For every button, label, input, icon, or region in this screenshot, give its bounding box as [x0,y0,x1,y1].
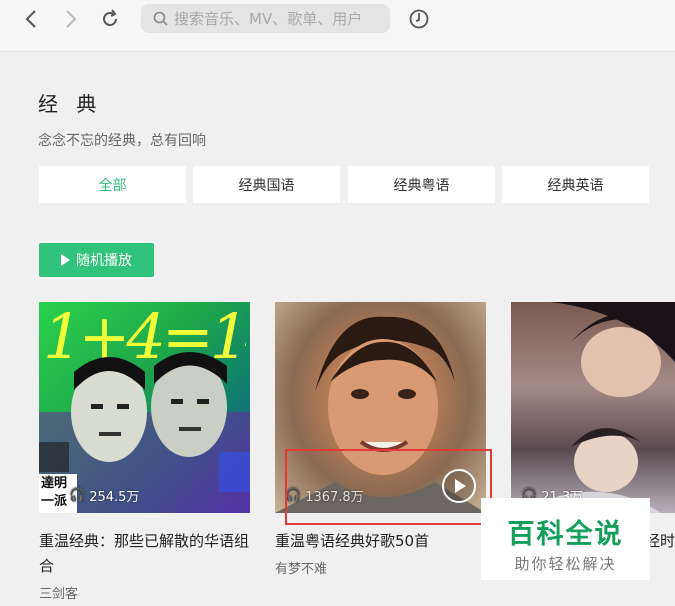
cover-still-illustration [541,302,675,513]
playlist-cover[interactable]: 1+4=14 達明一派 🎧 254.5万 [39,302,250,513]
chevron-left-icon [25,10,36,28]
refresh-button[interactable] [96,5,124,33]
playlist-card[interactable]: 1+4=14 達明一派 🎧 254.5万 重温经典：那些已解散的华语组合 三剑客 [39,302,250,602]
play-count: 🎧 254.5万 [69,488,140,505]
watermark-title: 百科全说 [507,519,624,550]
play-random-label: 随机播放 [76,253,132,269]
chevron-right-icon [66,10,77,28]
tab-all[interactable]: 全部 [39,166,186,203]
top-bar [0,0,675,52]
page-title: 经 典 [38,92,103,116]
music-recognize-icon [409,9,429,29]
watermark-subtitle: 助你轻松解决 [514,555,617,573]
play-random-button[interactable]: 随机播放 [39,243,154,277]
tab-classic-english[interactable]: 经典英语 [502,166,649,203]
page-subtitle: 念念不忘的经典，总有回响 [38,133,206,149]
headphones-icon: 🎧 [69,488,86,503]
refresh-icon [103,9,117,26]
tab-classic-cantonese[interactable]: 经典粤语 [348,166,495,203]
playlist-cover[interactable]: 🎧 21.3万 [511,302,675,513]
search-box[interactable] [141,4,390,33]
playlist-author[interactable]: 有梦不难 [275,558,486,577]
playlist-title[interactable]: 重温粤语经典好歌50首 [275,529,486,554]
back-button[interactable] [17,5,45,33]
playlist-author[interactable]: 三剑客 [39,583,250,602]
highlight-box [285,449,492,525]
search-input[interactable] [174,9,384,28]
playlist-card[interactable]: 🎧 1367.8万 重温粤语经典好歌50首 有梦不难 [275,302,486,577]
play-icon [61,254,70,266]
tab-classic-mandarin[interactable]: 经典国语 [193,166,340,203]
watermark: 百科全说 助你轻松解决 [481,498,650,580]
forward-button[interactable] [57,5,85,33]
recognize-button[interactable] [405,5,433,33]
playlist-title[interactable]: 重温经典：那些已解散的华语组合 [39,529,250,579]
search-icon [153,11,168,26]
